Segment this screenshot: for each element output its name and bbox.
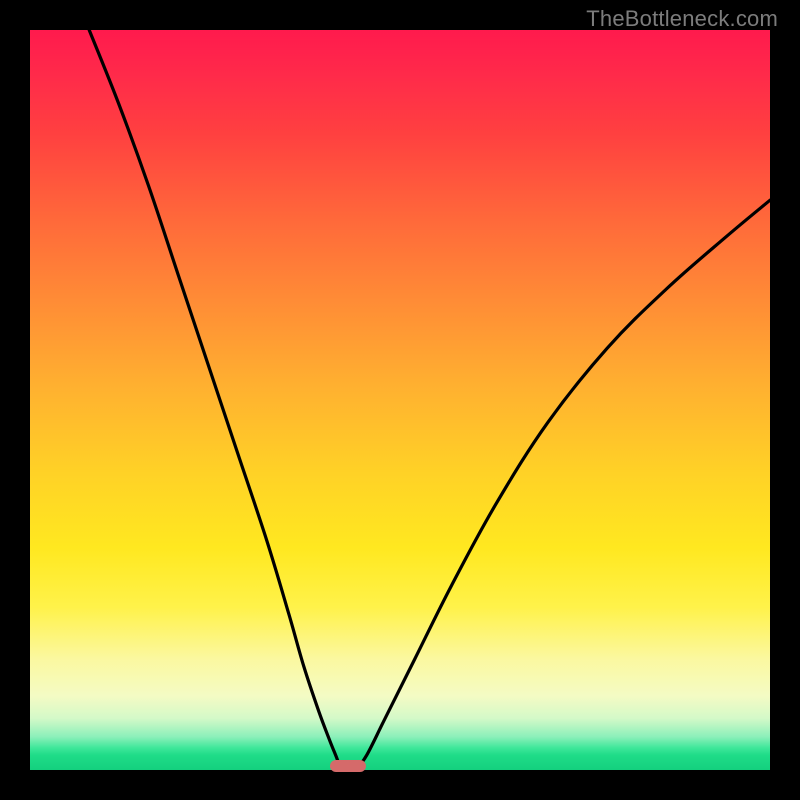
curve-right-arm bbox=[356, 200, 770, 770]
chart-frame: TheBottleneck.com bbox=[0, 0, 800, 800]
curve-left-arm bbox=[89, 30, 341, 770]
brand-watermark: TheBottleneck.com bbox=[586, 6, 778, 32]
bottleneck-plot bbox=[30, 30, 770, 770]
optimum-marker bbox=[330, 760, 366, 772]
bottleneck-curve bbox=[30, 30, 770, 770]
